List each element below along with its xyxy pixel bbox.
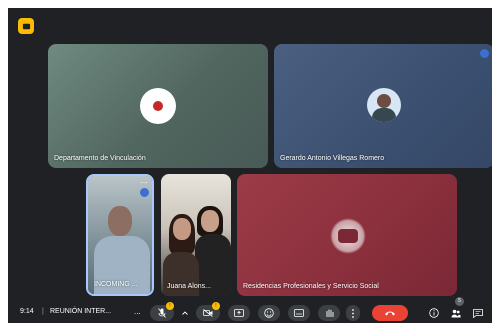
- participant-tile-gerardo[interactable]: Gerardo Antonio Villegas Romero: [274, 44, 492, 168]
- chat-button[interactable]: [470, 305, 486, 321]
- video-feed: [161, 174, 231, 296]
- vinculacion-logo-icon: [140, 88, 176, 124]
- participants-count: 5: [455, 297, 464, 306]
- separator: |: [42, 308, 44, 315]
- meeting-name: REUNIÓN INTER...: [50, 308, 112, 315]
- people-button[interactable]: [448, 305, 464, 321]
- people-icon: [451, 309, 461, 317]
- speaking-indicator-icon: [140, 188, 149, 197]
- tile-label: Residencias Profesionales y Servicio Soc…: [243, 283, 379, 290]
- tile-label: Gerardo Antonio Villegas Romero: [280, 155, 385, 162]
- end-call-icon: [385, 311, 395, 316]
- participant-tile-juana[interactable]: Juana Alons...: [161, 174, 231, 296]
- mic-warning-badge: !: [166, 302, 174, 310]
- bottom-bar: 9:14 | REUNIÓN INTER... ... ! ! 5: [8, 297, 492, 323]
- raise-hand-icon: [326, 309, 333, 317]
- tile-more-icon[interactable]: ⋯: [140, 179, 148, 187]
- meeting-info-button[interactable]: [426, 305, 442, 321]
- camera-button[interactable]: !: [196, 302, 220, 321]
- chat-icon: [473, 308, 483, 318]
- end-call-button[interactable]: [372, 305, 408, 321]
- tile-label: INCOMING ...: [94, 281, 138, 288]
- audio-options-button[interactable]: [178, 305, 192, 321]
- captions-button[interactable]: [288, 305, 310, 321]
- avatar: [367, 88, 401, 122]
- tile-label: Juana Alons...: [167, 283, 211, 290]
- linces-logo-icon: [330, 218, 366, 254]
- meeting-details-icon[interactable]: ...: [134, 307, 141, 316]
- meeting-window: Departamento de Vinculación Gerardo Anto…: [8, 8, 492, 323]
- participant-tile-residencias[interactable]: Residencias Profesionales y Servicio Soc…: [237, 174, 457, 296]
- mic-off-icon: [158, 308, 166, 318]
- camera-off-icon: [203, 309, 213, 317]
- tile-label: Departamento de Vinculación: [54, 155, 146, 162]
- camera-warning-badge: !: [212, 302, 220, 310]
- mic-button[interactable]: !: [150, 302, 174, 321]
- more-vertical-icon: [352, 308, 354, 318]
- emoji-icon: [264, 308, 274, 318]
- chevron-up-icon: [182, 311, 188, 315]
- info-icon: [429, 308, 439, 318]
- more-options-button[interactable]: [346, 305, 360, 321]
- meeting-time: 9:14: [20, 308, 34, 315]
- captions-icon: [294, 309, 304, 317]
- speaking-indicator-icon: [480, 49, 489, 58]
- emoji-button[interactable]: [258, 305, 280, 321]
- top-left-badge-icon[interactable]: [18, 18, 34, 34]
- participant-tile-vinculacion[interactable]: Departamento de Vinculación: [48, 44, 268, 168]
- participant-tile-incoming[interactable]: ⋯ INCOMING ...: [86, 174, 154, 296]
- present-icon: [234, 309, 244, 317]
- present-button[interactable]: [228, 305, 250, 321]
- raise-hand-button[interactable]: [318, 305, 340, 321]
